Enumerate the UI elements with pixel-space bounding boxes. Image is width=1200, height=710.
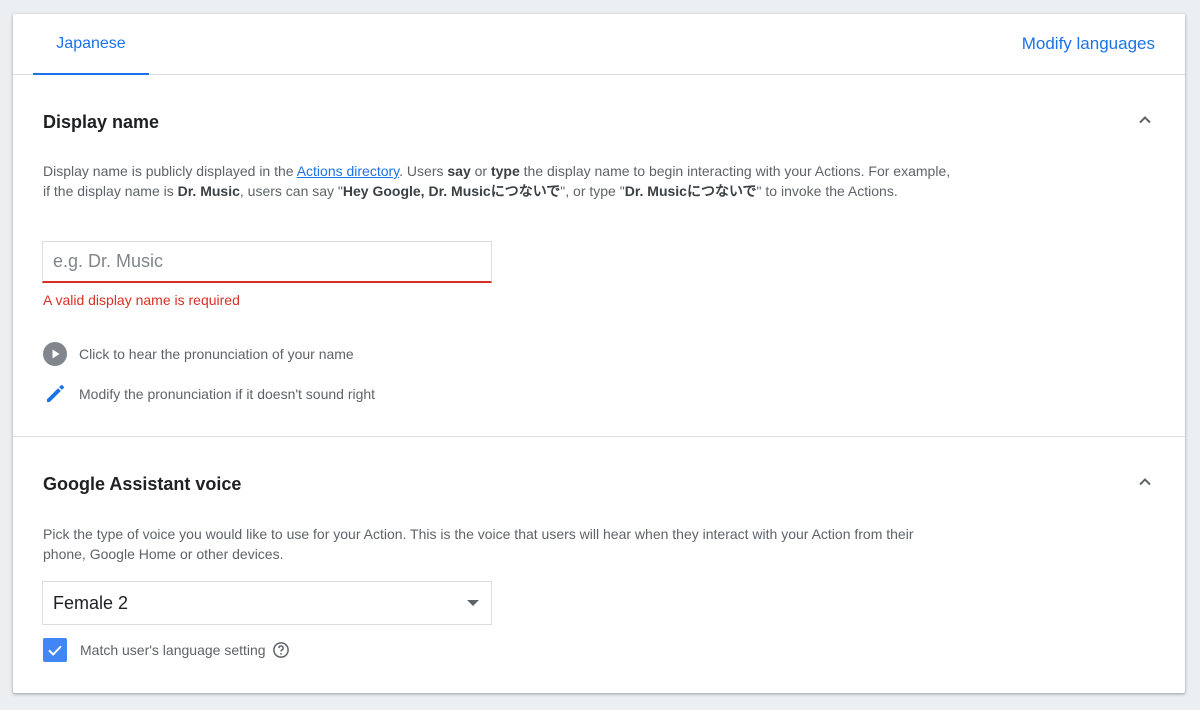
desc-bold: Dr. Music [177,183,240,199]
dropdown-arrow-icon [467,600,479,606]
match-language-row: Match user's language setting [43,637,290,663]
collapse-display-name-button[interactable] [1133,108,1157,132]
modify-languages-link[interactable]: Modify languages [1022,34,1155,54]
desc-bold: Hey Google, Dr. Musicにつないで [342,183,561,199]
help-circle-icon[interactable] [272,641,290,659]
voice-select[interactable]: Female 2 [42,581,492,625]
display-name-title: Display name [43,112,160,132]
modify-pronunciation-button[interactable]: Modify the pronunciation if it doesn't s… [43,382,375,406]
assistant-voice-section: Google Assistant voice Pick the type of … [13,437,1185,693]
match-language-checkbox[interactable] [43,638,67,662]
pencil-icon [43,382,67,406]
match-language-label: Match user's language setting [80,642,266,658]
desc-bold: Dr. Musicにつないで [624,183,757,199]
desc-bold: say [447,163,471,179]
play-circle-icon [43,342,67,366]
assistant-voice-description: Pick the type of voice you would like to… [43,526,914,562]
language-tab-bar: Japanese Modify languages [13,14,1185,75]
desc-text: or [470,163,491,179]
play-pronunciation-button[interactable]: Click to hear the pronunciation of your … [43,342,354,366]
desc-text: Display name is publicly displayed in th… [43,163,297,179]
desc-text: . Users [399,163,448,179]
chevron-up-icon [1139,478,1151,486]
tab-japanese-label: Japanese [56,35,126,52]
chevron-up-icon [1139,116,1151,124]
collapse-voice-button[interactable] [1133,470,1157,494]
settings-card: Japanese Modify languages Display name D… [13,14,1185,693]
display-name-field-wrapper [42,241,492,283]
desc-text: " to invoke the Actions. [756,183,898,199]
desc-text: , users can say " [239,183,343,199]
assistant-voice-title: Google Assistant voice [43,474,242,494]
play-pronunciation-label: Click to hear the pronunciation of your … [79,346,354,362]
check-icon [48,645,62,656]
modify-pronunciation-label: Modify the pronunciation if it doesn't s… [79,386,376,402]
display-name-input[interactable] [43,242,491,281]
desc-text: ", or type " [560,183,625,199]
voice-select-value: Female 2 [53,593,129,613]
display-name-error: A valid display name is required [43,292,240,308]
tab-japanese[interactable]: Japanese [33,14,149,75]
actions-directory-link[interactable]: Actions directory [297,163,399,179]
desc-bold: type [490,163,520,179]
display-name-section: Display name Display name is publicly di… [13,75,1185,437]
display-name-description: Display name is publicly displayed in th… [43,161,953,201]
